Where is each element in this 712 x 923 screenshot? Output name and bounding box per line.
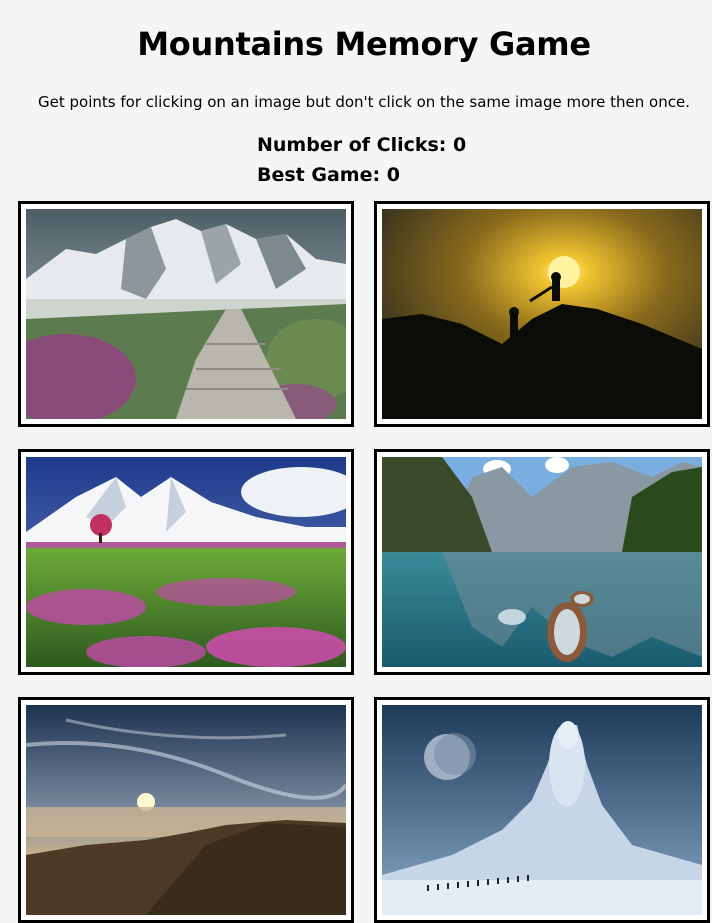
mountain-path-image (26, 209, 346, 419)
best-game-counter: Best Game: 0 (257, 164, 400, 186)
lake-boats-image (382, 457, 702, 667)
cloud-sunset-image (26, 705, 346, 915)
image-card-climbers-sunset[interactable] (374, 201, 710, 427)
image-card-meadow-mountain[interactable] (18, 449, 354, 675)
image-card-cloud-sunset[interactable] (18, 697, 354, 923)
ice-giant-image (382, 705, 702, 915)
image-card-mountain-path[interactable] (18, 201, 354, 427)
instructions-text: Get points for clicking on an image but … (38, 93, 690, 111)
image-card-lake-boats[interactable] (374, 449, 710, 675)
image-card-ice-giant[interactable] (374, 697, 710, 923)
climbers-sunset-image (382, 209, 702, 419)
meadow-mountain-image (26, 457, 346, 667)
click-counter: Number of Clicks: 0 (257, 134, 467, 156)
page-title: Mountains Memory Game (137, 25, 591, 63)
